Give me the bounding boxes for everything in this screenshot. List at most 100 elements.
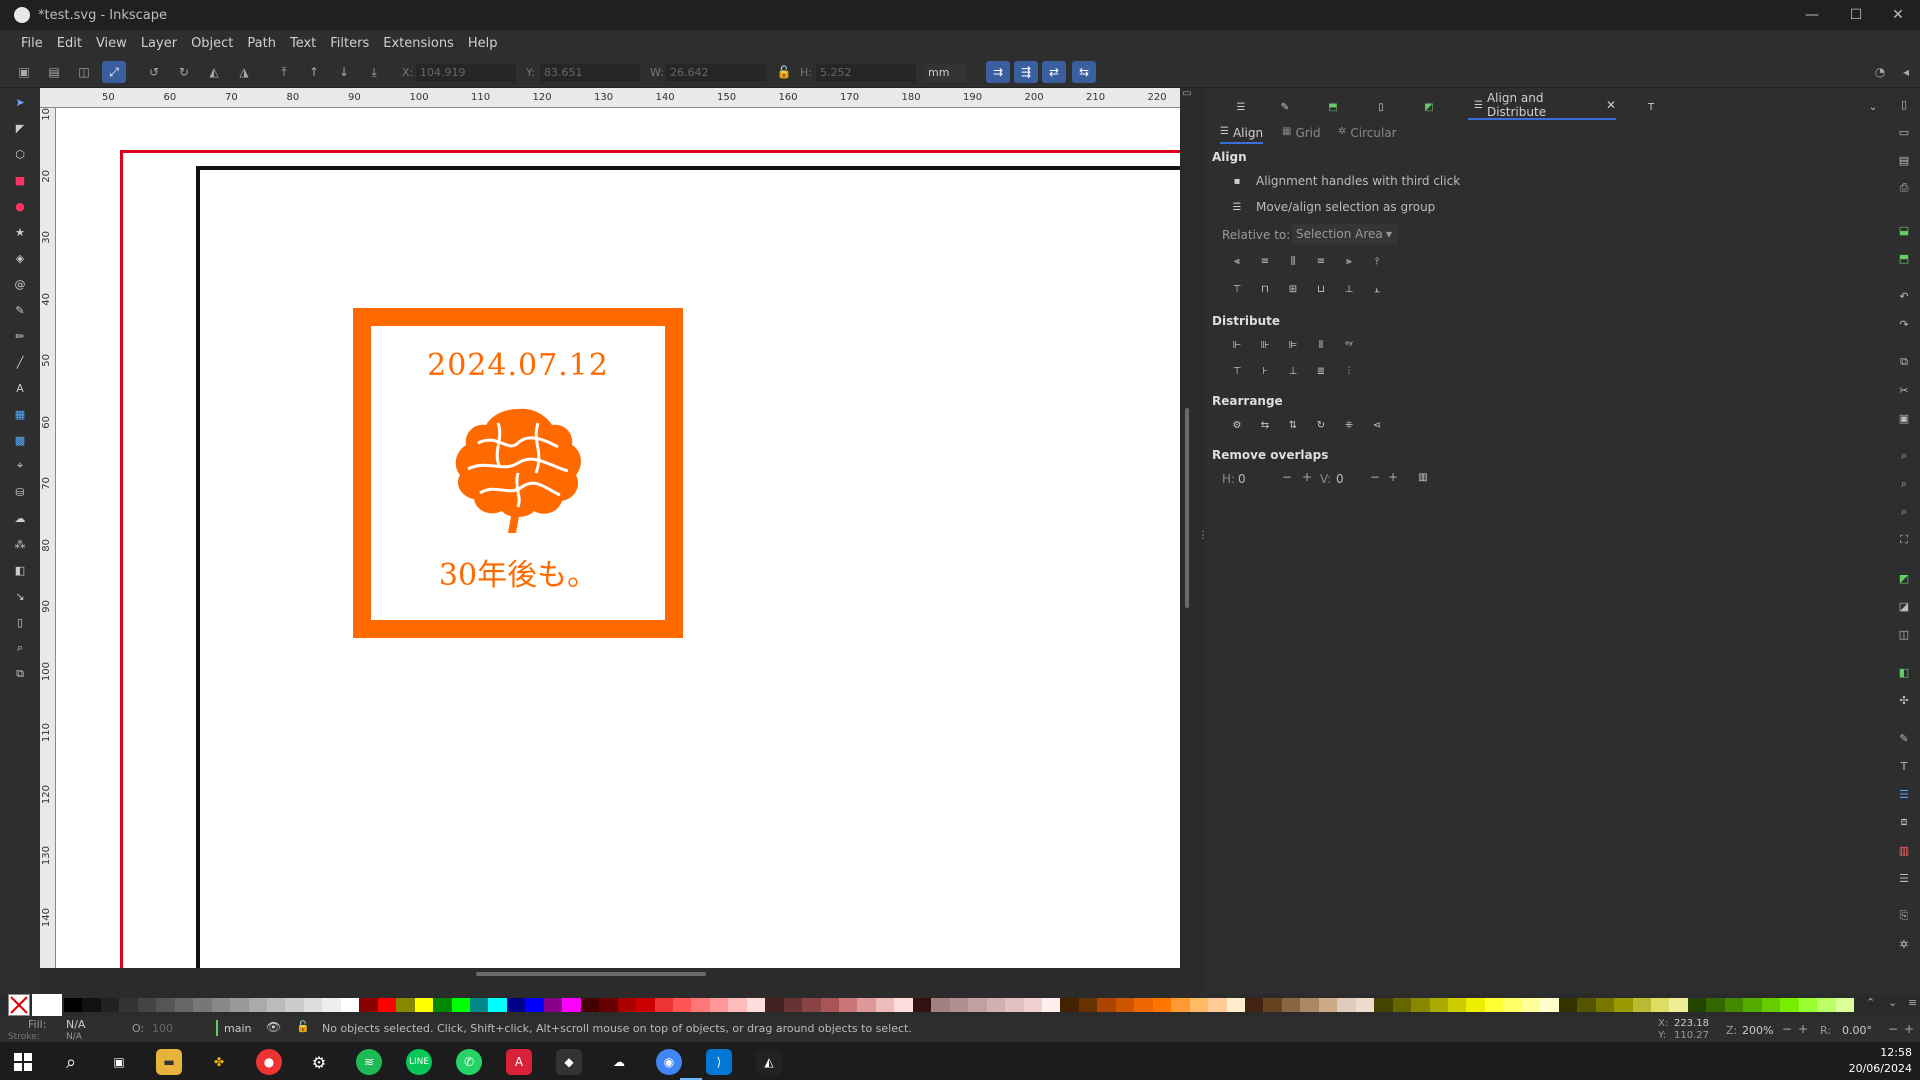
horizontal-scrollbar[interactable] <box>56 968 1180 980</box>
color-swatch[interactable] <box>119 998 138 1012</box>
color-swatch[interactable] <box>1042 998 1061 1012</box>
menu-text[interactable]: Text <box>283 36 323 51</box>
save-icon[interactable]: ▤ <box>1896 152 1912 168</box>
line-app-icon[interactable]: LINE <box>406 1049 432 1075</box>
color-swatch[interactable] <box>562 998 581 1012</box>
color-swatch[interactable] <box>617 998 637 1012</box>
zoom-field[interactable]: 200% <box>1742 1024 1773 1037</box>
measure-tool-icon[interactable]: ⧉ <box>12 666 28 682</box>
lower-bottom-icon[interactable]: ⤓ <box>366 64 382 80</box>
scale-stroke-icon[interactable]: ⇉ <box>986 61 1010 83</box>
menu-path[interactable]: Path <box>240 36 283 51</box>
color-swatch[interactable] <box>1005 998 1024 1012</box>
rotate-ccw-icon[interactable]: ↺ <box>146 64 162 80</box>
color-swatch[interactable] <box>285 998 304 1012</box>
duplicate-icon[interactable]: ◩ <box>1896 570 1912 586</box>
color-swatch[interactable] <box>1521 998 1541 1012</box>
v-gap-field[interactable]: 0 <box>1336 472 1344 486</box>
fill-stroke-icon[interactable]: ✎ <box>1896 730 1912 746</box>
star-tool-icon[interactable]: ★ <box>12 224 28 240</box>
vscode-icon[interactable]: ⟩ <box>706 1049 732 1075</box>
connector-tool-icon[interactable]: ↘ <box>12 588 28 604</box>
align-text-anchor-icon[interactable]: ⫯ <box>1370 254 1384 268</box>
color-swatch[interactable] <box>580 998 600 1012</box>
color-swatch[interactable] <box>1484 998 1504 1012</box>
color-swatch[interactable] <box>1687 998 1707 1012</box>
chevron-left-icon[interactable]: ◂ <box>1898 64 1914 80</box>
tweak-tool-icon[interactable]: ☁ <box>12 510 28 526</box>
windows-start-icon[interactable] <box>10 1049 36 1075</box>
close-button[interactable]: ✕ <box>1876 0 1920 30</box>
visibility-eye-icon[interactable]: 👁 <box>266 1020 281 1034</box>
xml-editor-icon[interactable]: ⧈ <box>1896 814 1912 830</box>
color-swatch[interactable] <box>1650 998 1670 1012</box>
transform-handles-icon[interactable]: ⤢ <box>102 61 126 83</box>
center-vertical-axis-icon[interactable]: ⫼ <box>1286 254 1300 268</box>
pencil-tool-icon[interactable]: ✏ <box>12 328 28 344</box>
menu-layer[interactable]: Layer <box>134 36 184 51</box>
lower-icon[interactable]: ↓ <box>336 64 352 80</box>
preferences-icon[interactable]: ✲ <box>1896 936 1912 952</box>
import-icon[interactable]: ⬓ <box>1896 222 1912 238</box>
color-swatch[interactable] <box>820 998 840 1012</box>
selector-tool-icon[interactable]: ➤ <box>12 94 28 110</box>
chevron-down-icon[interactable]: ⌄ <box>1866 100 1880 114</box>
color-swatch[interactable] <box>433 998 452 1012</box>
color-swatch[interactable] <box>1245 998 1264 1012</box>
zoom-in-icon[interactable]: + <box>1798 1022 1808 1036</box>
rotate-cw-icon[interactable]: ↻ <box>176 64 192 80</box>
color-swatch[interactable] <box>968 998 987 1012</box>
task-view-icon[interactable]: ▣ <box>106 1049 132 1075</box>
eraser-tool-icon[interactable]: ◧ <box>12 562 28 578</box>
color-swatch[interactable] <box>137 998 157 1012</box>
menu-file[interactable]: File <box>14 36 50 51</box>
file-explorer-icon[interactable]: ▬ <box>156 1049 182 1075</box>
align-top-edge-icon[interactable]: ⊤ <box>1230 282 1244 296</box>
color-swatch[interactable] <box>377 998 397 1012</box>
color-swatch[interactable] <box>1724 998 1744 1012</box>
select-all-layers-icon[interactable]: ▤ <box>46 64 62 80</box>
color-swatch[interactable] <box>303 998 323 1012</box>
color-swatch[interactable] <box>1558 998 1578 1012</box>
height-field[interactable]: 5.252 <box>816 64 916 82</box>
align-right-icon[interactable]: ≡ <box>1314 254 1328 268</box>
flip-vertical-icon[interactable]: ◮ <box>236 64 252 80</box>
color-swatch[interactable] <box>506 998 526 1012</box>
move-patterns-icon[interactable]: ⇆ <box>1072 61 1096 83</box>
stamp[interactable]: 2024.07.12 30年後も。 <box>353 308 683 638</box>
zoom-selection-icon[interactable]: ⌕ <box>1896 448 1912 464</box>
color-swatch[interactable] <box>1595 998 1615 1012</box>
center-horizontal-axis-icon[interactable]: ⊞ <box>1286 282 1300 296</box>
color-swatch[interactable] <box>359 998 378 1012</box>
color-swatch[interactable] <box>654 998 673 1012</box>
color-swatch[interactable] <box>1023 998 1043 1012</box>
layers-tab-icon[interactable]: ☰ <box>1234 100 1248 114</box>
group-icon[interactable]: ◧ <box>1896 664 1912 680</box>
distribute-bottom-icon[interactable]: ⊥ <box>1286 364 1300 378</box>
distribute-top-icon[interactable]: ⊤ <box>1230 364 1244 378</box>
unlink-clone-icon[interactable]: ◫ <box>1896 626 1912 642</box>
diamond-app-icon[interactable]: ◆ <box>556 1049 582 1075</box>
select-all-icon[interactable]: ▣ <box>16 64 32 80</box>
color-swatch[interactable] <box>709 998 729 1012</box>
undo-icon[interactable]: ↶ <box>1896 288 1912 304</box>
color-swatch[interactable] <box>802 998 821 1012</box>
color-swatch[interactable] <box>469 998 489 1012</box>
distribute-center-h-icon[interactable]: ⊪ <box>1258 338 1272 352</box>
alignment-handles-checkbox[interactable]: ▪ <box>1230 174 1244 188</box>
flip-horizontal-icon[interactable]: ◭ <box>206 64 222 80</box>
copy-icon[interactable]: ⧉ <box>1896 354 1912 370</box>
color-swatch[interactable] <box>1078 998 1098 1012</box>
remove-overlaps-button[interactable]: ▥ <box>1416 470 1430 484</box>
randomize-positions-icon[interactable]: ⁜ <box>1342 418 1356 432</box>
open-file-icon[interactable]: ▭ <box>1896 124 1912 140</box>
distribute-baseline-h-icon[interactable]: ᵃʸ <box>1342 338 1356 352</box>
distribute-left-icon[interactable]: ⊩ <box>1230 338 1244 352</box>
color-swatch[interactable] <box>1761 998 1781 1012</box>
color-swatch[interactable] <box>1817 998 1836 1012</box>
x-field[interactable]: 104.919 <box>416 64 516 82</box>
menu-help[interactable]: Help <box>461 36 505 51</box>
raise-top-icon[interactable]: ⤒ <box>276 64 292 80</box>
h-gap-increment[interactable]: + <box>1302 470 1312 484</box>
rotation-field[interactable]: 0.00° <box>1842 1024 1872 1037</box>
